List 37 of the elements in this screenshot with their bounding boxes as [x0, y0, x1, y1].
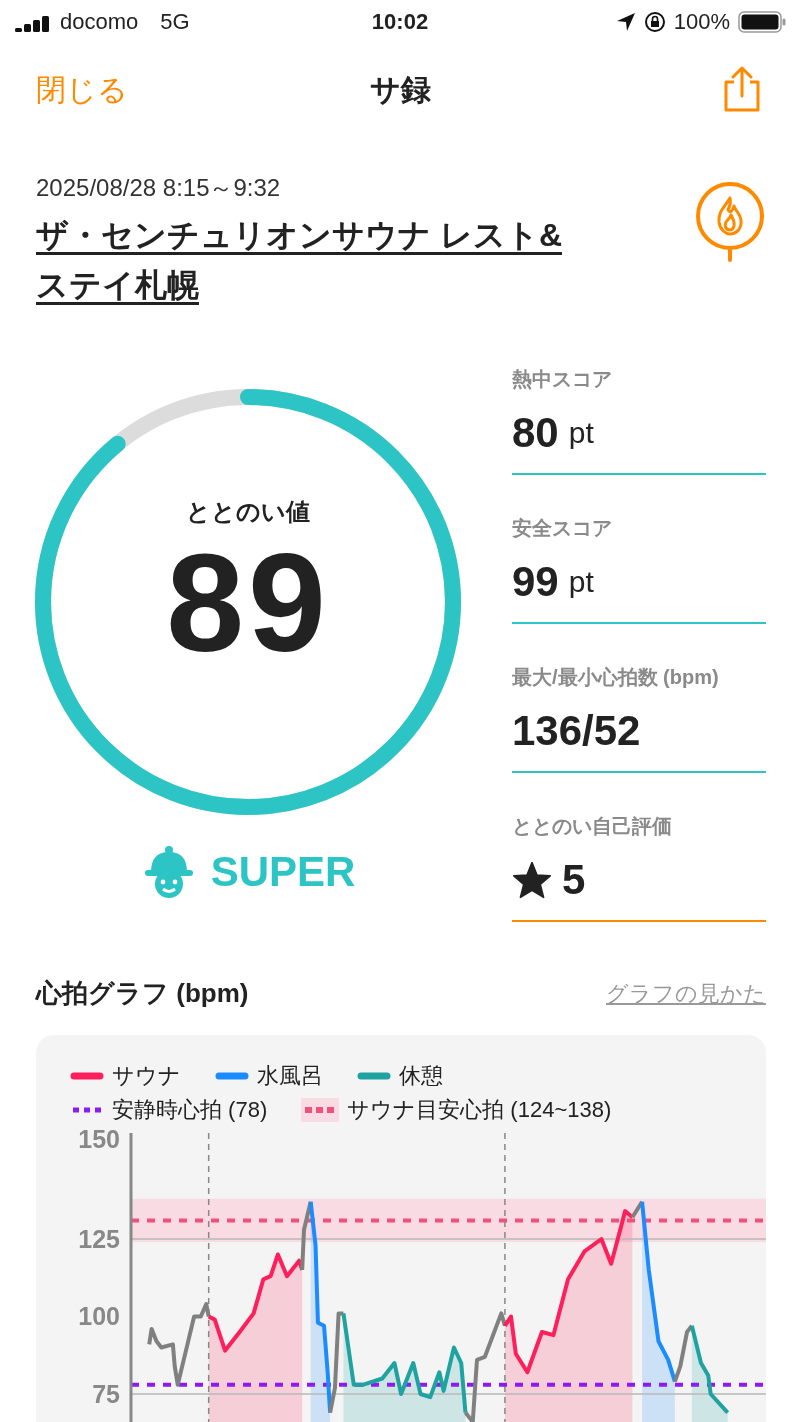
star-icon	[512, 861, 552, 899]
flame-bubble-button[interactable]	[694, 180, 766, 264]
metric-value: 80	[512, 409, 559, 457]
section-title: 心拍グラフ (bpm)	[36, 977, 250, 1010]
battery-percent: 100%	[673, 9, 730, 35]
axis-tick-label: 150	[78, 1125, 120, 1153]
axis-tick-label: 100	[78, 1302, 120, 1330]
score-value: 89	[166, 528, 330, 678]
metric-value: 136/52	[512, 707, 641, 755]
metric-value: 99	[512, 558, 559, 606]
session-datetime: 2025/08/28 8:15～9:32	[36, 173, 282, 203]
status-time: 10:02	[371, 9, 429, 35]
metric-unit: pt	[568, 565, 594, 599]
screen-title: サ録	[369, 71, 431, 108]
metric-label: 安全スコア	[512, 516, 613, 541]
rotation-lock-icon	[643, 11, 666, 33]
legend-label: 休憩	[399, 1062, 443, 1090]
metric-label: ととのい自己評価	[512, 814, 673, 839]
rank-label: SUPER	[210, 848, 356, 896]
axis-tick-label: 125	[78, 1225, 120, 1253]
metric-unit: pt	[568, 416, 594, 450]
legend-label: 安静時心拍 (78)	[112, 1096, 268, 1124]
close-button[interactable]: 閉じる	[36, 69, 370, 111]
location-icon	[615, 12, 636, 32]
metric-label: 熱中スコア	[512, 367, 613, 392]
help-link[interactable]: グラフの見かた	[606, 978, 766, 1009]
carrier-name: docomo	[60, 9, 139, 35]
gauge-label: ととのい値	[186, 497, 310, 527]
facility-link[interactable]: ザ・センチュリオンサウナ レスト&ステイ札幌	[36, 210, 586, 310]
legend-label: サウナ	[112, 1062, 181, 1090]
metric-label: 最大/最小心拍数 (bpm)	[512, 665, 720, 690]
metric-value: 5	[562, 856, 586, 904]
legend-label: 水風呂	[257, 1062, 323, 1090]
axis-tick-label: 75	[92, 1380, 120, 1408]
network-type: 5G	[160, 9, 190, 35]
battery-icon	[738, 11, 786, 33]
legend-label: サウナ目安心拍 (124~138)	[347, 1096, 612, 1124]
